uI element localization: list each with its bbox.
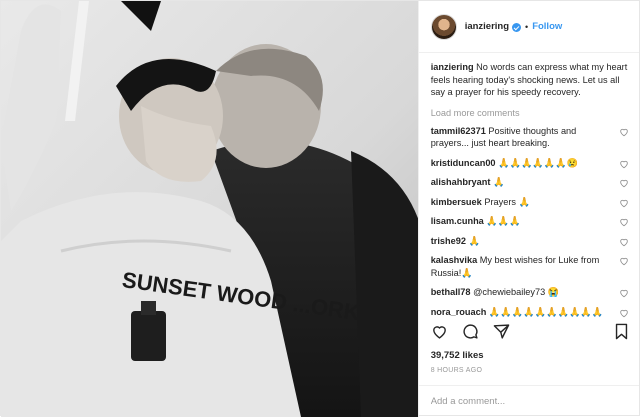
comment-body: nora_rouach 🙏🙏🙏🙏🙏🙏🙏🙏🙏🙏	[431, 306, 609, 319]
action-bar	[431, 323, 510, 340]
bookmark-button[interactable]	[614, 323, 629, 342]
comment-username[interactable]: bethall78	[431, 287, 471, 297]
comment-heart-icon[interactable]	[619, 159, 629, 169]
comment-heart-icon[interactable]	[619, 256, 629, 266]
header-username[interactable]: ianziering	[465, 21, 509, 32]
comment-row: nora_rouach 🙏🙏🙏🙏🙏🙏🙏🙏🙏🙏	[431, 306, 629, 319]
comment-list: tammil62371 Positive thoughts and prayer…	[431, 125, 629, 319]
comment-body: trishe92 🙏	[431, 235, 609, 248]
like-count[interactable]: 39,752 likes	[431, 350, 484, 361]
comments-section: ianziering No words can express what my …	[431, 61, 629, 325]
comment-body: bethall78 @chewiebailey73 😭	[431, 286, 609, 299]
comment-row: bethall78 @chewiebailey73 😭	[431, 286, 629, 299]
comment-username[interactable]: kalashvika	[431, 255, 478, 265]
comment-heart-icon[interactable]	[619, 308, 629, 318]
comment-body: kalashvika My best wishes for Luke from …	[431, 254, 609, 279]
comment-heart-icon[interactable]	[619, 237, 629, 247]
comment-icon[interactable]	[462, 323, 479, 340]
instagram-post: SUNSET WOOD ...ORK ianziering • Follow i…	[0, 0, 640, 417]
load-more-comments[interactable]: Load more comments	[431, 108, 629, 118]
comment-body: lisam.cunha 🙏🙏🙏	[431, 215, 609, 228]
comment-text: 🙏	[468, 235, 480, 246]
comment-heart-icon[interactable]	[619, 288, 629, 298]
post-sidebar: ianziering • Follow ianziering No words …	[417, 1, 639, 417]
post-header: ianziering • Follow	[418, 1, 639, 53]
share-icon[interactable]	[493, 323, 510, 340]
comment-text: 🙏	[493, 177, 505, 187]
verified-icon	[512, 23, 522, 32]
follow-button[interactable]: Follow	[532, 21, 562, 32]
caption: ianziering No words can express what my …	[431, 61, 629, 99]
comment-body: tammil62371 Positive thoughts and prayer…	[431, 125, 609, 150]
comment-username[interactable]: trishe92	[431, 236, 466, 246]
post-photo[interactable]: SUNSET WOOD ...ORK	[1, 1, 418, 417]
comment-username[interactable]: nora_rouach	[431, 307, 487, 317]
heart-icon[interactable]	[431, 323, 448, 340]
comment-username[interactable]: kristiduncan00	[431, 158, 496, 168]
comment-username[interactable]: alishahbryant	[431, 177, 491, 187]
add-comment-bar	[418, 385, 639, 417]
comment-row: trishe92 🙏	[431, 235, 629, 248]
comment-text: Prayers 🙏	[484, 196, 530, 207]
comment-text: 🙏🙏🙏🙏🙏🙏🙏🙏🙏🙏	[488, 306, 604, 317]
comment-row: kristiduncan00 🙏🙏🙏🙏🙏🙏😢	[431, 157, 629, 170]
comment-text: 🙏🙏🙏🙏🙏🙏😢	[498, 157, 579, 168]
bookmark-icon[interactable]	[614, 323, 629, 340]
comment-body: kimbersuek Prayers 🙏	[431, 196, 609, 209]
comment-text: 🙏🙏🙏	[486, 216, 521, 226]
comment-text: @chewiebailey73 😭	[473, 287, 560, 297]
comment-row: lisam.cunha 🙏🙏🙏	[431, 215, 629, 228]
comment-username[interactable]: tammil62371	[431, 126, 486, 136]
comment-heart-icon[interactable]	[619, 127, 629, 137]
avatar[interactable]	[430, 13, 457, 40]
comment-username[interactable]: lisam.cunha	[431, 216, 484, 226]
post-timestamp: 8 HOURS AGO	[430, 367, 483, 374]
comment-row: kimbersuek Prayers 🙏	[431, 196, 629, 209]
comment-heart-icon[interactable]	[619, 217, 629, 227]
comment-body: kristiduncan00 🙏🙏🙏🙏🙏🙏😢	[431, 157, 609, 170]
comment-row: kalashvika My best wishes for Luke from …	[431, 254, 629, 279]
comment-heart-icon[interactable]	[619, 178, 629, 188]
separator-dot: •	[525, 21, 529, 32]
comment-row: alishahbryant 🙏	[431, 176, 629, 189]
comment-body: alishahbryant 🙏	[431, 176, 609, 189]
add-comment-input[interactable]	[418, 386, 639, 417]
comment-row: tammil62371 Positive thoughts and prayer…	[431, 125, 629, 150]
post-photo-art: SUNSET WOOD ...ORK	[1, 1, 418, 417]
comment-heart-icon[interactable]	[619, 198, 629, 208]
comment-username[interactable]: kimbersuek	[431, 197, 482, 207]
caption-username[interactable]: ianziering	[431, 62, 474, 72]
